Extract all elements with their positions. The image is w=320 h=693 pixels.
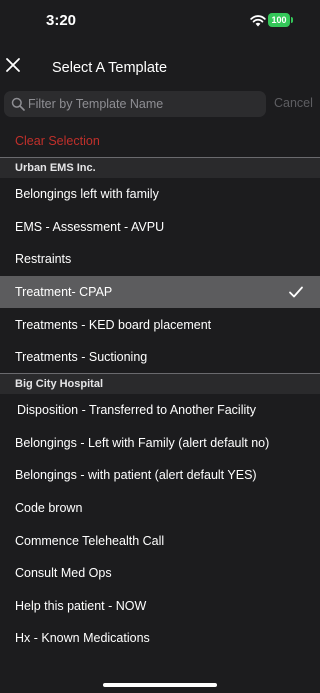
template-picker-screen: 3:20 100 Select A Template Cancel Clear … [0,0,320,693]
template-label: Treatments - KED board placement [15,318,212,332]
template-item[interactable]: Commence Telehealth Call [0,525,320,557]
navigation-header: Select A Template [0,44,320,92]
template-item[interactable]: Belongings - with patient (alert default… [0,459,320,491]
template-item[interactable]: Code brown [0,492,320,524]
battery-indicator: 100 [268,13,294,27]
battery-level: 100 [268,13,290,27]
template-label: Disposition - Transferred to Another Fac… [17,403,256,417]
template-label: Help this patient - NOW [15,599,147,613]
template-item[interactable]: EMS - Assessment - AVPU [0,211,320,243]
clear-selection-button[interactable]: Clear Selection [15,134,100,148]
page-title: Select A Template [52,60,168,76]
template-item[interactable]: Hx - Known Medications [0,622,320,654]
status-bar: 3:20 100 [0,0,320,44]
battery-tip [291,17,293,23]
template-label: Belongings left with family [15,187,159,201]
template-item[interactable]: Help this patient - NOW [0,590,320,622]
section-header-big-city-hospital: Big City Hospital [0,373,320,394]
template-item[interactable]: Restraints [0,243,320,275]
template-item[interactable]: Belongings left with family [0,178,320,210]
home-indicator[interactable] [103,683,217,687]
cancel-button[interactable]: Cancel [274,96,313,110]
wifi-icon [250,15,266,27]
section-title: Big City Hospital [15,378,104,390]
template-item-selected[interactable]: Treatment- CPAP [0,276,320,308]
template-item[interactable]: Treatments - KED board placement [0,309,320,341]
section-header-urban-ems: Urban EMS Inc. [0,157,320,178]
template-item[interactable]: Belongings - Left with Family (alert def… [0,427,320,459]
search-input[interactable] [28,91,260,117]
template-item[interactable]: Consult Med Ops [0,557,320,589]
template-label: Consult Med Ops [15,566,112,580]
template-item[interactable]: Treatments - Suctioning [0,341,320,373]
template-label: Belongings - Left with Family (alert def… [15,436,270,450]
status-time: 3:20 [46,12,77,29]
template-label: Commence Telehealth Call [15,534,165,548]
close-icon[interactable] [4,56,22,74]
checkmark-icon [289,286,303,298]
template-label: Treatments - Suctioning [15,350,148,364]
search-icon [11,97,25,111]
template-label: Treatment- CPAP [15,285,113,299]
template-label: EMS - Assessment - AVPU [15,220,165,234]
template-label: Code brown [15,501,83,515]
search-bar[interactable] [4,91,266,117]
template-label: Belongings - with patient (alert default… [15,468,257,482]
section-title: Urban EMS Inc. [15,162,96,174]
template-label: Restraints [15,252,72,266]
template-item[interactable]: Disposition - Transferred to Another Fac… [0,394,320,426]
template-label: Hx - Known Medications [15,631,150,645]
